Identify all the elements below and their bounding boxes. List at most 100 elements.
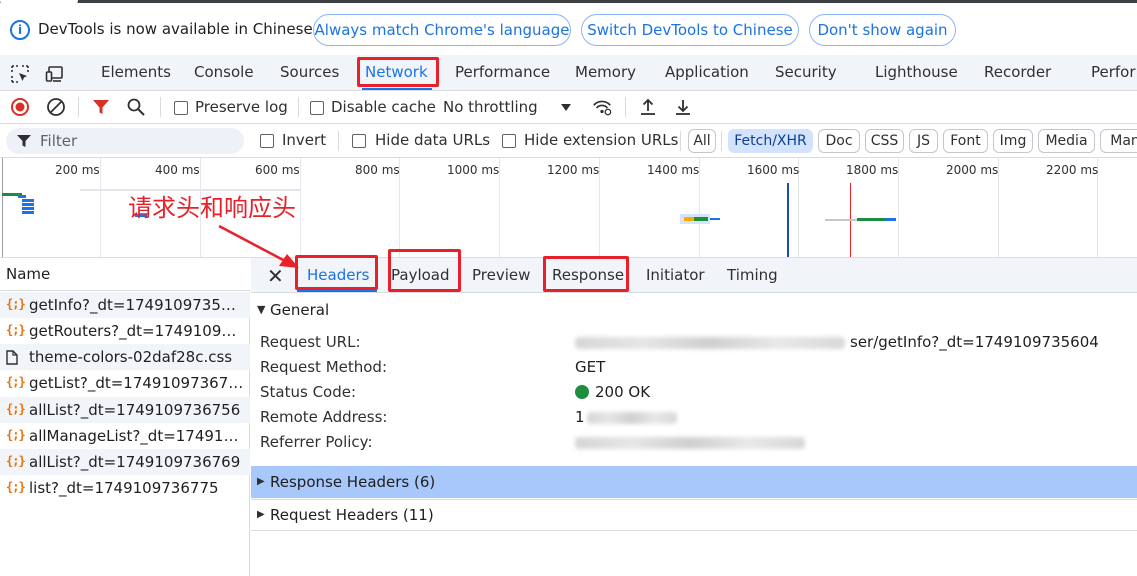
tick-label: 2200 ms (1046, 163, 1099, 177)
throttling-select[interactable]: No throttling (443, 98, 538, 116)
xhr-icon: {;} (6, 297, 26, 311)
request-bar (694, 217, 708, 221)
chip-fetch-xhr[interactable]: Fetch/XHR (728, 129, 813, 153)
chip-font[interactable]: Font (943, 129, 988, 153)
preserve-log-checkbox[interactable] (174, 101, 188, 115)
filter-funnel-icon[interactable] (91, 97, 111, 117)
request-bar (22, 199, 34, 202)
tick-label: 800 ms (355, 163, 400, 177)
request-row[interactable]: {;} allList?_dt=1749109736756 (0, 397, 250, 423)
hide-extension-urls-checkbox[interactable] (502, 134, 516, 148)
xhr-icon: {;} (6, 402, 26, 416)
record-stop-icon[interactable] (10, 97, 30, 117)
status-code-value: 200 OK (595, 383, 651, 401)
tab-initiator[interactable]: Initiator (646, 266, 705, 284)
device-toolbar-icon[interactable] (45, 64, 65, 84)
chip-media[interactable]: Media (1038, 129, 1095, 153)
referrer-policy-label: Referrer Policy: (260, 433, 373, 451)
document-icon (6, 350, 18, 365)
hide-extension-urls-label: Hide extension URLs (524, 131, 679, 149)
request-bar (22, 207, 34, 210)
tab-security[interactable]: Security (775, 63, 837, 81)
filter-input[interactable] (40, 131, 236, 151)
chip-js[interactable]: JS (909, 129, 938, 153)
status-ok-dot (575, 385, 589, 399)
annotation-box-response (543, 256, 629, 292)
disable-cache-label: Disable cache (331, 98, 436, 116)
xhr-icon: {;} (6, 375, 26, 389)
network-conditions-icon[interactable] (592, 97, 612, 117)
request-name: getList?_dt=1749109736745 (29, 374, 245, 392)
request-bar (18, 195, 26, 198)
chip-img[interactable]: Img (993, 129, 1033, 153)
active-tab-indicator (362, 88, 432, 90)
request-row[interactable]: {;} getInfo?_dt=1749109735604 (0, 292, 250, 318)
request-method-label: Request Method: (260, 358, 388, 376)
request-url-value: ser/getInfo?_dt=1749109735604 (850, 333, 1099, 351)
chip-css[interactable]: CSS (865, 129, 904, 153)
search-icon[interactable] (126, 97, 146, 117)
request-method-value: GET (575, 358, 606, 376)
always-match-language-button[interactable]: Always match Chrome's language (313, 14, 571, 46)
request-bar (857, 218, 885, 221)
switch-to-chinese-button[interactable]: Switch DevTools to Chinese (581, 14, 799, 46)
tab-console[interactable]: Console (194, 63, 254, 81)
annotation-box-headers (295, 255, 378, 290)
inspect-element-icon[interactable] (10, 64, 30, 84)
remote-address-label: Remote Address: (260, 408, 388, 426)
request-row[interactable]: {;} allManageList?_dt=1749109736760 (0, 423, 250, 449)
tab-timing[interactable]: Timing (727, 266, 778, 284)
general-section-header[interactable]: ▼ General (251, 296, 1137, 326)
request-url-label: Request URL: (260, 333, 361, 351)
request-row[interactable]: {;} getList?_dt=1749109736745 (0, 370, 250, 396)
redacted-value (587, 412, 677, 424)
collapsed-triangle-icon: ▶ (257, 509, 265, 520)
tab-elements[interactable]: Elements (101, 63, 171, 81)
chip-manifest[interactable]: Man (1100, 129, 1137, 153)
request-row[interactable]: theme-colors-02daf28c.css (0, 344, 250, 370)
disable-cache-checkbox[interactable] (310, 101, 324, 115)
request-bar (22, 211, 34, 214)
tick-label: 400 ms (155, 163, 200, 177)
export-har-icon[interactable] (673, 97, 693, 117)
request-row[interactable]: {;} getRouters?_dt=1749109735000 (0, 318, 250, 344)
tab-performance-insights[interactable]: Perfor (1091, 63, 1136, 81)
tab-performance[interactable]: Performance (455, 63, 550, 81)
tab-sources[interactable]: Sources (280, 63, 339, 81)
response-headers-section[interactable]: ▶ Response Headers (6) (251, 466, 1137, 498)
hide-data-urls-checkbox[interactable] (352, 134, 366, 148)
request-row[interactable]: {;} list?_dt=1749109736775 (0, 475, 250, 501)
request-bar (684, 217, 694, 221)
chip-all[interactable]: All (688, 129, 716, 153)
tick-label: 1000 ms (447, 163, 500, 177)
chevron-down-icon (561, 104, 571, 111)
import-har-icon[interactable] (638, 97, 658, 117)
tick-label: 2000 ms (946, 163, 999, 177)
chip-doc[interactable]: Doc (818, 129, 860, 153)
tab-lighthouse[interactable]: Lighthouse (875, 63, 958, 81)
request-headers-section[interactable]: ▶ Request Headers (11) (251, 499, 1137, 531)
browser-top-strip (0, 0, 1137, 6)
request-detail-panel: ✕ Headers Payload Preview Response Initi… (251, 258, 1137, 576)
tab-memory[interactable]: Memory (575, 63, 636, 81)
status-code-label: Status Code: (260, 383, 357, 401)
clear-icon[interactable] (46, 97, 66, 117)
xhr-icon: {;} (6, 428, 26, 442)
infobar-message: DevTools is now available in Chinese! (38, 20, 319, 38)
invert-checkbox[interactable] (260, 134, 274, 148)
annotation-box-network (357, 57, 439, 87)
request-name: getRouters?_dt=1749109735000 (29, 322, 245, 340)
request-name: allList?_dt=1749109736769 (29, 453, 241, 471)
filter-box[interactable] (6, 128, 244, 154)
network-filter-bar: Invert Hide data URLs Hide extension URL… (0, 124, 1137, 158)
tab-application[interactable]: Application (665, 63, 749, 81)
tab-recorder[interactable]: Recorder (984, 63, 1051, 81)
request-row[interactable]: {;} allList?_dt=1749109736769 (0, 449, 250, 475)
dont-show-again-button[interactable]: Don't show again (809, 14, 956, 46)
dom-content-loaded-marker (787, 183, 789, 257)
annotation-arrow-icon (218, 224, 299, 268)
name-column-header[interactable]: Name (0, 258, 250, 291)
network-toolbar: Preserve log Disable cache No throttling (0, 91, 1137, 124)
redacted-value (575, 337, 845, 349)
tab-preview[interactable]: Preview (472, 266, 530, 284)
